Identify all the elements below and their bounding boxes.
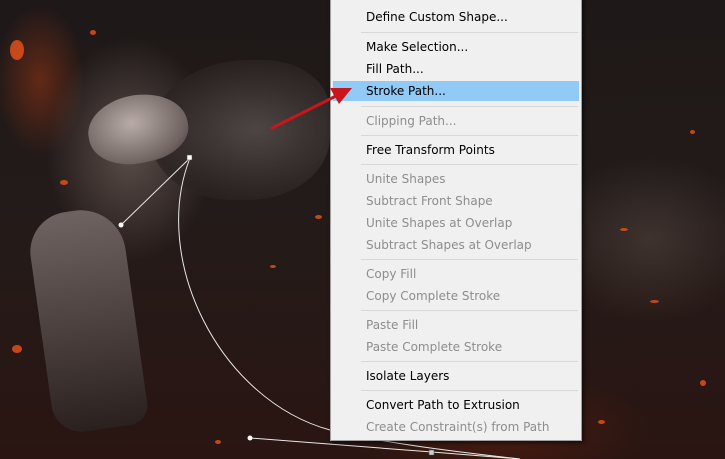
ember	[90, 30, 96, 35]
menu-item-create-constraints-from-path[interactable]: Create Constraint(s) from Path	[333, 417, 579, 437]
ember	[690, 130, 695, 134]
menu-separator	[361, 259, 578, 260]
menu-item-unite-shapes[interactable]: Unite Shapes	[333, 169, 579, 189]
menu-item-subtract-front-shape[interactable]: Subtract Front Shape	[333, 191, 579, 211]
ember	[650, 300, 659, 303]
menu-item-isolate-layers[interactable]: Isolate Layers	[333, 366, 579, 386]
menu-separator	[361, 310, 578, 311]
menu-item-convert-path-to-extrusion[interactable]: Convert Path to Extrusion	[333, 395, 579, 415]
menu-separator	[361, 390, 578, 391]
ember	[315, 215, 322, 219]
menu-item-copy-fill[interactable]: Copy Fill	[333, 264, 579, 284]
menu-separator	[361, 135, 578, 136]
ember	[620, 228, 628, 231]
menu-item-paste-complete-stroke[interactable]: Paste Complete Stroke	[333, 337, 579, 357]
ember	[598, 420, 605, 424]
figure-body	[25, 204, 150, 436]
ember	[270, 265, 276, 268]
menu-item-stroke-path[interactable]: Stroke Path...	[333, 81, 579, 101]
menu-item-free-transform-points[interactable]: Free Transform Points	[333, 140, 579, 160]
ember	[700, 380, 706, 386]
menu-item-copy-complete-stroke[interactable]: Copy Complete Stroke	[333, 286, 579, 306]
context-menu: Define Custom Shape... Make Selection...…	[330, 0, 582, 441]
menu-separator	[361, 32, 578, 33]
ember	[60, 180, 68, 185]
menu-item-make-selection[interactable]: Make Selection...	[333, 37, 579, 57]
ember	[215, 440, 221, 444]
menu-item-paste-fill[interactable]: Paste Fill	[333, 315, 579, 335]
menu-separator	[361, 106, 578, 107]
ember	[12, 345, 22, 353]
menu-separator	[361, 361, 578, 362]
menu-item-unite-shapes-at-overlap[interactable]: Unite Shapes at Overlap	[333, 213, 579, 233]
menu-item-clipping-path[interactable]: Clipping Path...	[333, 111, 579, 131]
menu-item-define-custom-shape[interactable]: Define Custom Shape...	[333, 7, 579, 27]
menu-separator	[361, 164, 578, 165]
menu-item-fill-path[interactable]: Fill Path...	[333, 59, 579, 79]
ember	[10, 40, 24, 60]
menu-item-subtract-shapes-at-overlap[interactable]: Subtract Shapes at Overlap	[333, 235, 579, 255]
